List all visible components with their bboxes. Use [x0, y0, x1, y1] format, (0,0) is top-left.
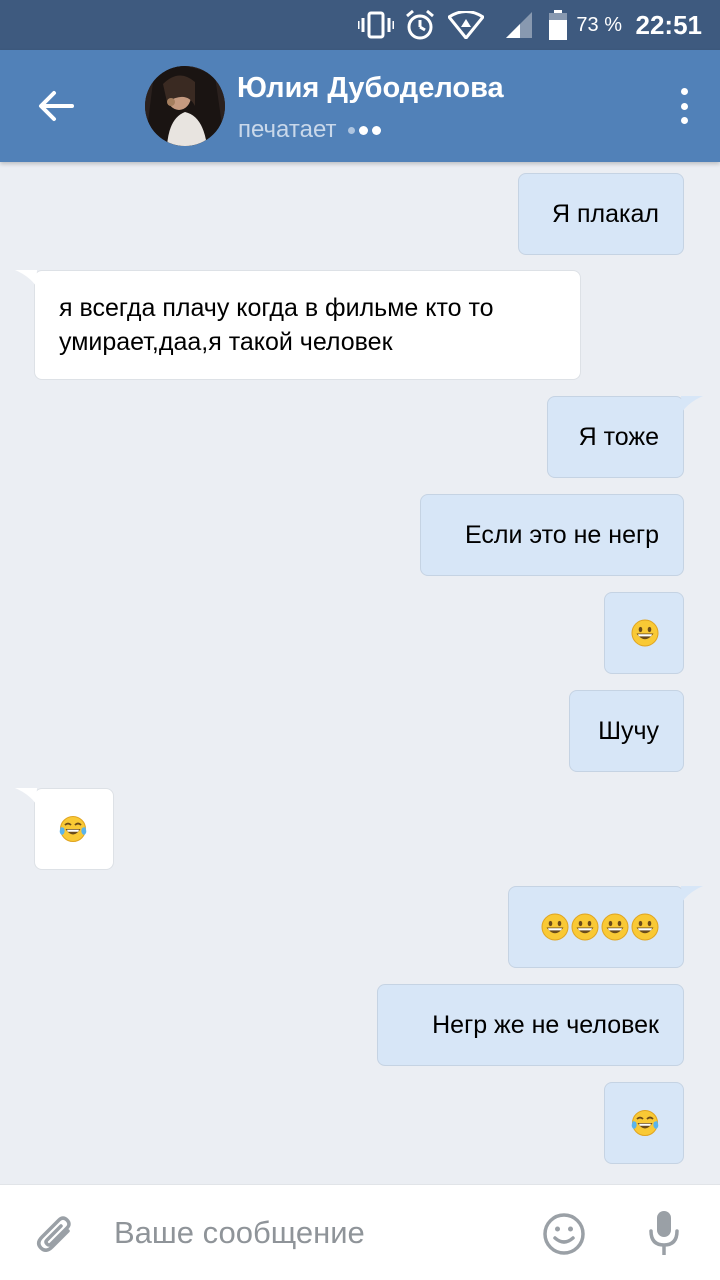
contact-name[interactable]: Юлия Дубоделова [237, 72, 504, 105]
grinning-face-icon [631, 619, 659, 647]
typing-status: печатает [238, 116, 382, 144]
signal-icon [504, 0, 534, 50]
grinning-face-icon [571, 913, 599, 941]
more-vertical-icon [680, 88, 688, 95]
microphone-icon [649, 1211, 679, 1255]
avatar[interactable] [145, 66, 225, 146]
grinning-face-icon [541, 913, 569, 941]
back-button[interactable] [24, 80, 88, 132]
message-text: я всегда плачу когда в фильме кто то уми… [59, 294, 494, 356]
message-outgoing[interactable]: Шучу [569, 690, 684, 772]
tears-of-joy-icon [59, 816, 87, 842]
message-outgoing[interactable] [604, 592, 684, 674]
message-outgoing[interactable] [604, 1082, 684, 1164]
emoji-icon [543, 1213, 585, 1255]
vibrate-icon [358, 0, 394, 50]
microphone-button[interactable] [646, 1209, 682, 1259]
message-incoming[interactable] [15, 788, 114, 870]
clock: 22:51 [635, 9, 703, 40]
tears-of-joy-icon [631, 1110, 659, 1136]
alarm-icon [404, 0, 436, 50]
back-arrow-icon [39, 91, 74, 121]
message-input[interactable] [114, 1207, 514, 1259]
message-text: Негр же не человек [432, 1011, 659, 1039]
attach-icon [37, 1216, 71, 1252]
message-text: Шучу [598, 717, 659, 745]
grinning-face-icon [631, 913, 659, 941]
message-outgoing[interactable]: Я плакал [518, 173, 684, 255]
typing-status-label: печатает [238, 116, 337, 143]
message-text: Я плакал [551, 200, 659, 228]
emoji-button[interactable] [542, 1212, 586, 1256]
message-text: Если это не негр [464, 521, 659, 549]
status-bar: 73 % 22:51 [0, 0, 720, 50]
attach-button[interactable] [34, 1213, 78, 1257]
message-outgoing[interactable]: Я тоже [547, 396, 703, 478]
message-incoming[interactable]: я всегда плачу когда в фильме кто то уми… [15, 270, 581, 380]
message-outgoing[interactable]: Негр же не человек [377, 984, 684, 1066]
message-text: Я тоже [578, 423, 659, 451]
battery-icon [548, 0, 568, 50]
message-composer [0, 1184, 720, 1280]
message-outgoing[interactable]: Если это не негр [420, 494, 684, 576]
battery-percent: 73 % [576, 13, 622, 36]
chat-header: Юлия Дубоделова печатает [0, 50, 720, 162]
message-outgoing[interactable] [508, 886, 703, 968]
more-options-button[interactable] [668, 84, 700, 128]
wifi-icon [448, 0, 484, 50]
grinning-face-icon [601, 913, 629, 941]
typing-dots-icon [348, 125, 382, 135]
